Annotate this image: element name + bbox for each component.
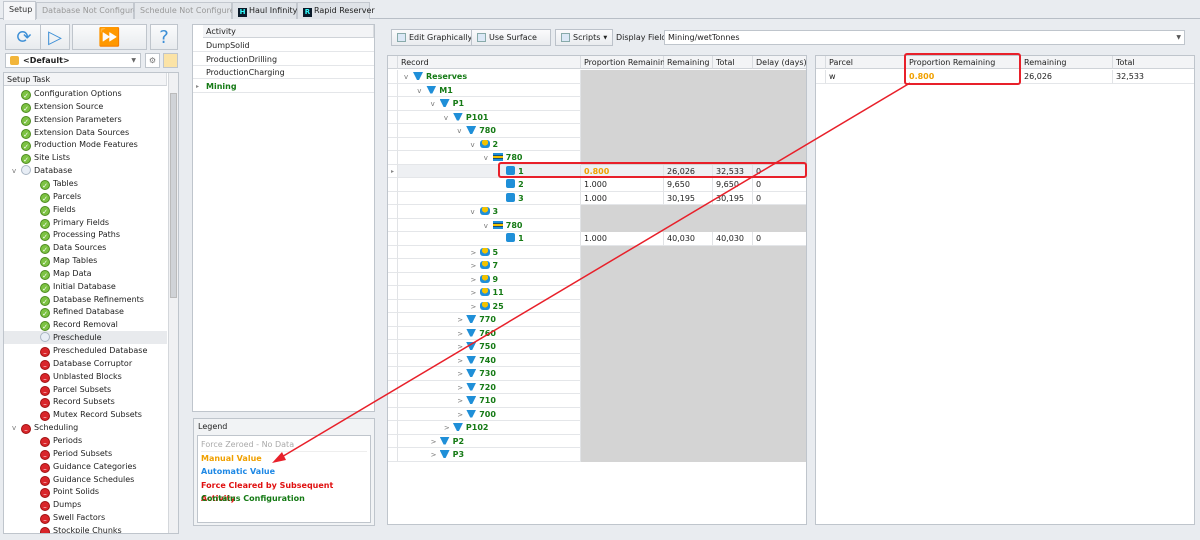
annotation-arrow <box>279 82 911 459</box>
arrow-head-icon <box>272 452 286 463</box>
annotation-overlay <box>272 53 1021 463</box>
highlight-box-column <box>904 53 1021 85</box>
highlight-box-row <box>498 162 807 178</box>
